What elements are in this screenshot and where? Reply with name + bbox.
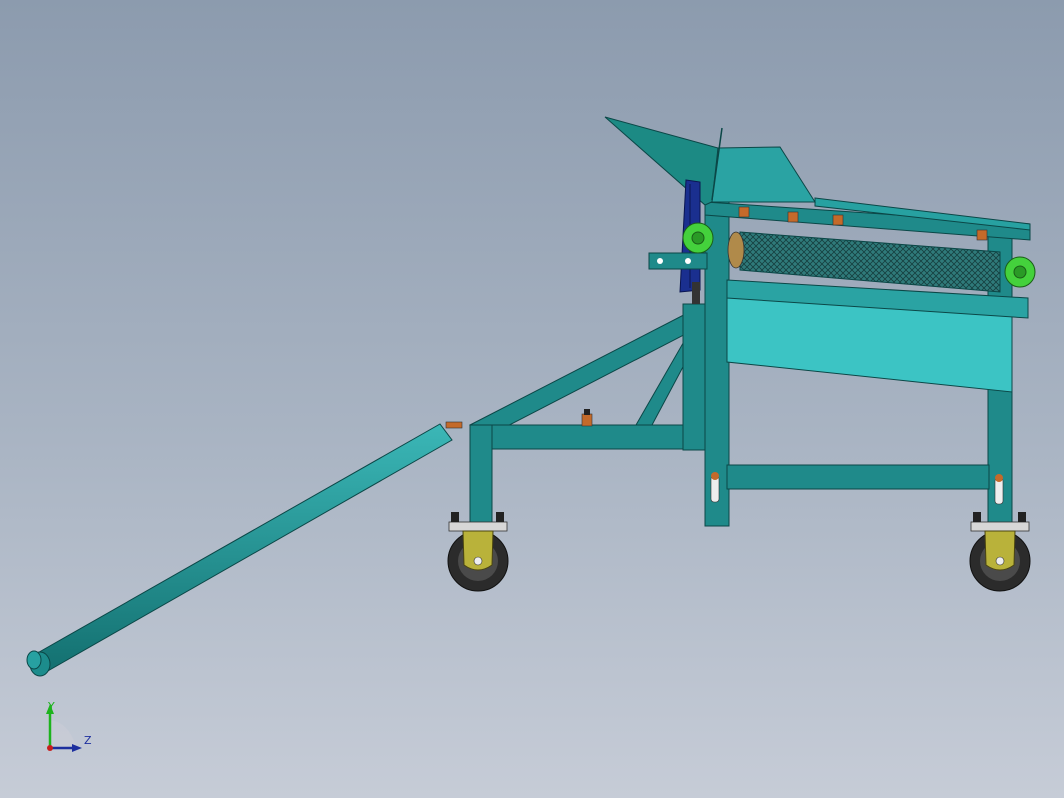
front-frame xyxy=(468,303,709,526)
z-axis-label: Z xyxy=(84,734,92,747)
z-axis-arrow xyxy=(72,744,82,752)
adjuster-knob-left[interactable] xyxy=(682,222,714,254)
coordinate-triad: Y Z xyxy=(46,700,92,752)
origin-dot xyxy=(47,745,53,751)
y-axis-label: Y xyxy=(47,700,55,713)
tow-bar xyxy=(26,421,463,677)
model-viewport[interactable]: Y Z xyxy=(0,0,1064,798)
caster-wheel-front xyxy=(447,512,509,592)
machine-model[interactable] xyxy=(0,0,1064,798)
adjuster-knob-right[interactable] xyxy=(1004,256,1036,288)
sieve-box xyxy=(726,279,1029,393)
hopper xyxy=(604,116,816,206)
caster-wheel-rear xyxy=(969,512,1031,592)
